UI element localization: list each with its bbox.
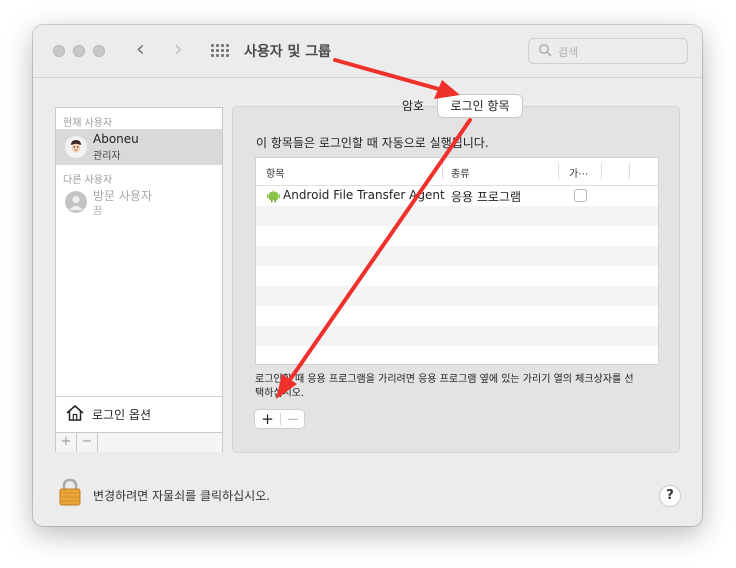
forward-arrow-icon[interactable]: ›: [174, 38, 183, 62]
user-avatar: [65, 136, 87, 158]
login-options-label: 로그인 옵션: [92, 408, 152, 422]
close-button[interactable]: [53, 45, 65, 57]
column-divider: [442, 163, 443, 179]
user-row-aboneu[interactable]: Aboneu 관리자: [56, 129, 222, 165]
guest-avatar-icon: [65, 191, 87, 213]
search-field[interactable]: 검색: [528, 38, 688, 64]
add-user-button[interactable]: +: [56, 433, 77, 452]
help-button[interactable]: ?: [659, 485, 681, 507]
hide-checkbox[interactable]: [574, 189, 587, 202]
user-role: 관리자: [93, 151, 121, 162]
table-stripe: [256, 246, 658, 266]
title-bar: ‹ › 사용자 및 그룹 검색: [33, 25, 702, 78]
user-row-guest[interactable]: 방문 사용자 끔: [56, 184, 222, 220]
add-remove-control: + −: [254, 409, 305, 429]
column-divider: [558, 163, 559, 179]
login-item-kind: 응용 프로그램: [451, 190, 522, 204]
tab-password[interactable]: 암호: [389, 95, 437, 117]
users-sidebar: 현재 사용자 Aboneu 관리자 다른 사용자 방문 사용자 끔 로그인 옵션…: [55, 107, 223, 452]
login-item-name: Android File Transfer Agent: [283, 188, 445, 202]
remove-user-button[interactable]: −: [77, 433, 98, 452]
column-divider: [601, 163, 602, 179]
house-icon: [66, 405, 84, 421]
table-header: 항목 종류 가⋯: [256, 158, 658, 186]
show-all-grid-icon[interactable]: [211, 44, 229, 58]
search-placeholder: 검색: [558, 46, 579, 59]
table-stripe: [256, 286, 658, 306]
login-items-table: 항목 종류 가⋯ Android File Transfer Agent 응용 …: [255, 157, 659, 365]
login-options-item[interactable]: 로그인 옵션: [56, 396, 222, 429]
column-header-kind[interactable]: 종류: [451, 165, 469, 180]
remove-login-item-button[interactable]: −: [281, 410, 305, 428]
zoom-button[interactable]: [93, 45, 105, 57]
guest-user-status: 끔: [93, 206, 103, 217]
android-app-icon: [267, 190, 280, 203]
search-icon: [539, 44, 552, 57]
hide-hint-text: 로그인할 때 응용 프로그램을 가리려면 응용 프로그램 옆에 있는 가리기 열…: [255, 374, 634, 399]
login-items-description: 이 항목들은 로그인할 때 자동으로 실행됩니다.: [256, 136, 489, 150]
column-header-hide[interactable]: 가⋯: [569, 165, 588, 180]
back-arrow-icon[interactable]: ‹: [136, 38, 145, 62]
current-users-header: 현재 사용자: [63, 118, 113, 129]
table-stripe: [256, 206, 658, 226]
tab-login-items[interactable]: 로그인 항목: [438, 95, 522, 117]
lock-message: 변경하려면 자물쇠를 클릭하십시오.: [93, 489, 271, 503]
window-title: 사용자 및 그룹: [244, 44, 332, 60]
minimize-button[interactable]: [73, 45, 85, 57]
lock-icon[interactable]: [59, 478, 81, 506]
sidebar-toolbar: + −: [56, 432, 222, 452]
user-name: Aboneu: [93, 132, 139, 146]
table-row[interactable]: Android File Transfer Agent 응용 프로그램: [256, 185, 658, 206]
table-stripe: [256, 326, 658, 346]
column-header-item[interactable]: 항목: [266, 165, 284, 180]
add-login-item-button[interactable]: +: [255, 410, 280, 428]
column-divider: [629, 163, 630, 179]
system-preferences-window: ‹ › 사용자 및 그룹 검색 현재 사용자 Aboneu 관리자 다른 사용자…: [33, 25, 702, 526]
